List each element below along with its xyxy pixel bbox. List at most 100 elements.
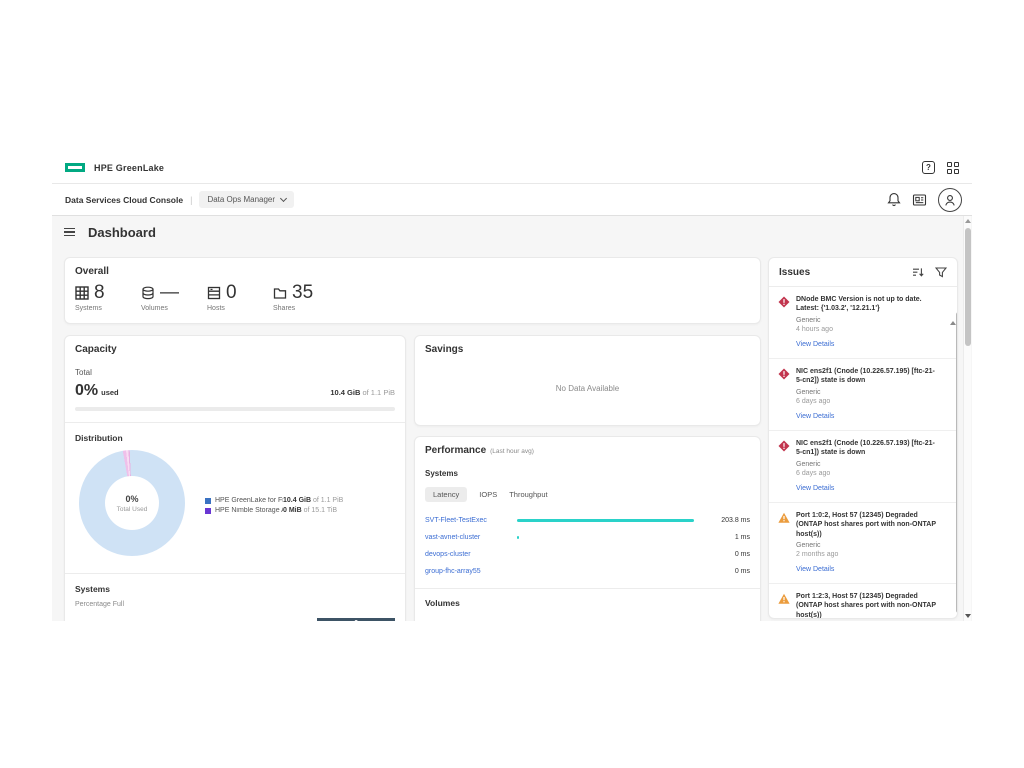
issue-time: 2 months ago xyxy=(796,551,941,558)
hosts-icon xyxy=(207,286,221,300)
help-icon[interactable]: ? xyxy=(922,161,935,174)
savings-empty-message: No Data Available xyxy=(415,384,760,393)
performance-tabs: Latency IOPS Throughput xyxy=(425,487,750,502)
scroll-down-icon[interactable] xyxy=(965,614,971,618)
issues-panel: Issues xyxy=(768,257,958,619)
capacity-title: Capacity xyxy=(75,344,395,355)
legend-used: 0 MiB xyxy=(283,507,302,514)
capacity-usage-text: 10.4 GiB of 1.1 PiB xyxy=(330,388,395,397)
capacity-used-label: used xyxy=(101,388,119,397)
performance-panel: Performance (Last hour avg) Systems Late… xyxy=(414,436,761,621)
menu-icon[interactable] xyxy=(64,228,75,237)
capacity-panel: Capacity Total 0% used 10.4 GiB of 1.1 P… xyxy=(64,335,406,621)
scroll-up-icon[interactable] xyxy=(965,219,971,223)
user-avatar-icon[interactable] xyxy=(938,188,962,212)
page-titlebar: Dashboard xyxy=(52,216,156,248)
performance-row: group-fhc-array55 0 ms xyxy=(425,563,750,580)
view-details-link[interactable]: View Details xyxy=(796,485,834,492)
latency-value: 1 ms xyxy=(704,534,750,541)
volumes-icon xyxy=(141,286,155,300)
system-link[interactable]: vast-avnet-cluster xyxy=(425,534,517,541)
shares-icon xyxy=(273,286,287,300)
sort-icon[interactable] xyxy=(912,267,924,278)
console-title: Data Services Cloud Console xyxy=(65,195,183,205)
issues-list: DNode BMC Version is not up to date. Lat… xyxy=(769,287,957,619)
stat-volumes[interactable]: — Volumes xyxy=(141,283,207,312)
capacity-systems-title: Systems xyxy=(75,584,395,594)
issue-title: NIC ens2f1 (Cnode (10.226.57.193) [ftc-2… xyxy=(796,439,941,458)
filter-icon[interactable] xyxy=(935,267,947,278)
screen: HPE GreenLake ? Data Services Cloud Cons… xyxy=(0,0,1024,768)
issue-time: 4 hours ago xyxy=(796,326,941,333)
chevron-down-icon xyxy=(280,195,287,202)
performance-volumes-label: Volumes xyxy=(425,598,750,608)
performance-systems-label: Systems xyxy=(425,469,750,478)
donut-center: 0% Total Used xyxy=(105,476,159,530)
capacity-of-total: of 1.1 PiB xyxy=(362,388,395,397)
system-link[interactable]: SVT-Fleet-TestExec xyxy=(425,517,517,524)
tab-throughput[interactable]: Throughput xyxy=(509,487,547,502)
stat-label: Shares xyxy=(273,305,339,312)
donut-center-percent: 0% xyxy=(125,494,138,504)
stat-value: 0 xyxy=(226,283,237,302)
stat-label: Systems xyxy=(75,305,141,312)
legend-of: of 1.1 PiB xyxy=(313,497,343,504)
issues-scrollbar-thumb[interactable] xyxy=(956,312,958,613)
issue-category: Generic xyxy=(796,389,941,396)
console-header: Data Services Cloud Console | Data Ops M… xyxy=(52,184,972,216)
legend-name: HPE GreenLake for File... xyxy=(215,497,283,504)
performance-row: SVT-Fleet-TestExec 203.8 ms xyxy=(425,512,750,529)
system-link[interactable]: devops-cluster xyxy=(425,551,517,558)
apps-grid-icon[interactable] xyxy=(947,162,959,174)
issue-category: Generic xyxy=(796,317,941,324)
overall-panel: Overall 8 Systems — Volu xyxy=(64,257,761,324)
app-selector-dropdown[interactable]: Data Ops Manager xyxy=(199,191,294,208)
latency-bar xyxy=(517,519,694,522)
issue-item: Port 1:0:2, Host 57 (12345) Degraded (ON… xyxy=(769,503,957,584)
page-scrollbar[interactable] xyxy=(963,216,971,621)
global-header: HPE GreenLake ? xyxy=(52,152,972,184)
view-details-link[interactable]: View Details xyxy=(796,566,834,573)
hpe-logo-icon xyxy=(65,163,85,172)
tab-latency[interactable]: Latency xyxy=(425,487,467,502)
overall-title: Overall xyxy=(75,266,750,277)
system-link[interactable]: group-fhc-array55 xyxy=(425,568,517,575)
distribution-title: Distribution xyxy=(75,433,395,443)
brand-title: HPE GreenLake xyxy=(94,163,164,173)
histogram-axis-label: Percentage Full xyxy=(75,601,395,608)
latency-bar xyxy=(517,536,519,539)
view-details-link[interactable]: View Details xyxy=(796,413,834,420)
tab-iops[interactable]: IOPS xyxy=(479,487,497,502)
app-window: HPE GreenLake ? Data Services Cloud Cons… xyxy=(52,152,972,621)
critical-icon xyxy=(778,368,790,380)
stat-hosts[interactable]: 0 Hosts xyxy=(207,283,273,312)
capacity-total-label: Total xyxy=(75,368,395,377)
performance-title: Performance xyxy=(425,445,486,456)
issue-time: 6 days ago xyxy=(796,398,941,405)
page-scrollbar-thumb[interactable] xyxy=(965,228,971,346)
stat-shares[interactable]: 35 Shares xyxy=(273,283,339,312)
issues-title: Issues xyxy=(779,267,912,278)
legend-swatch xyxy=(205,508,211,514)
performance-row: vast-avnet-cluster 1 ms xyxy=(425,529,750,546)
savings-panel: Savings No Data Available xyxy=(414,335,761,426)
latency-value: 0 ms xyxy=(704,568,750,575)
histogram-bar-highlighted[interactable]: 6 xyxy=(317,618,395,621)
systems-icon xyxy=(75,286,89,300)
legend-used: 10.4 GiB xyxy=(283,497,311,504)
notifications-bell-icon[interactable] xyxy=(887,192,901,207)
separator: | xyxy=(190,195,192,205)
legend-value: 10.4 GiB of 1.1 PiB xyxy=(283,497,343,504)
stat-systems[interactable]: 8 Systems xyxy=(75,283,141,312)
issue-category: Generic xyxy=(796,542,941,549)
critical-icon xyxy=(778,296,790,308)
release-notes-icon[interactable] xyxy=(912,193,927,207)
view-details-link[interactable]: View Details xyxy=(796,341,834,348)
warning-icon xyxy=(778,512,790,524)
issue-title: NIC ens2f1 (Cnode (10.226.57.195) [ftc-2… xyxy=(796,367,941,386)
issues-scrollbar[interactable] xyxy=(950,304,955,615)
capacity-percent: 0% xyxy=(75,382,98,400)
legend-item: HPE GreenLake for File... 10.4 GiB of 1.… xyxy=(205,497,343,504)
page-title: Dashboard xyxy=(88,225,156,240)
app-selector-label: Data Ops Manager xyxy=(207,195,275,204)
